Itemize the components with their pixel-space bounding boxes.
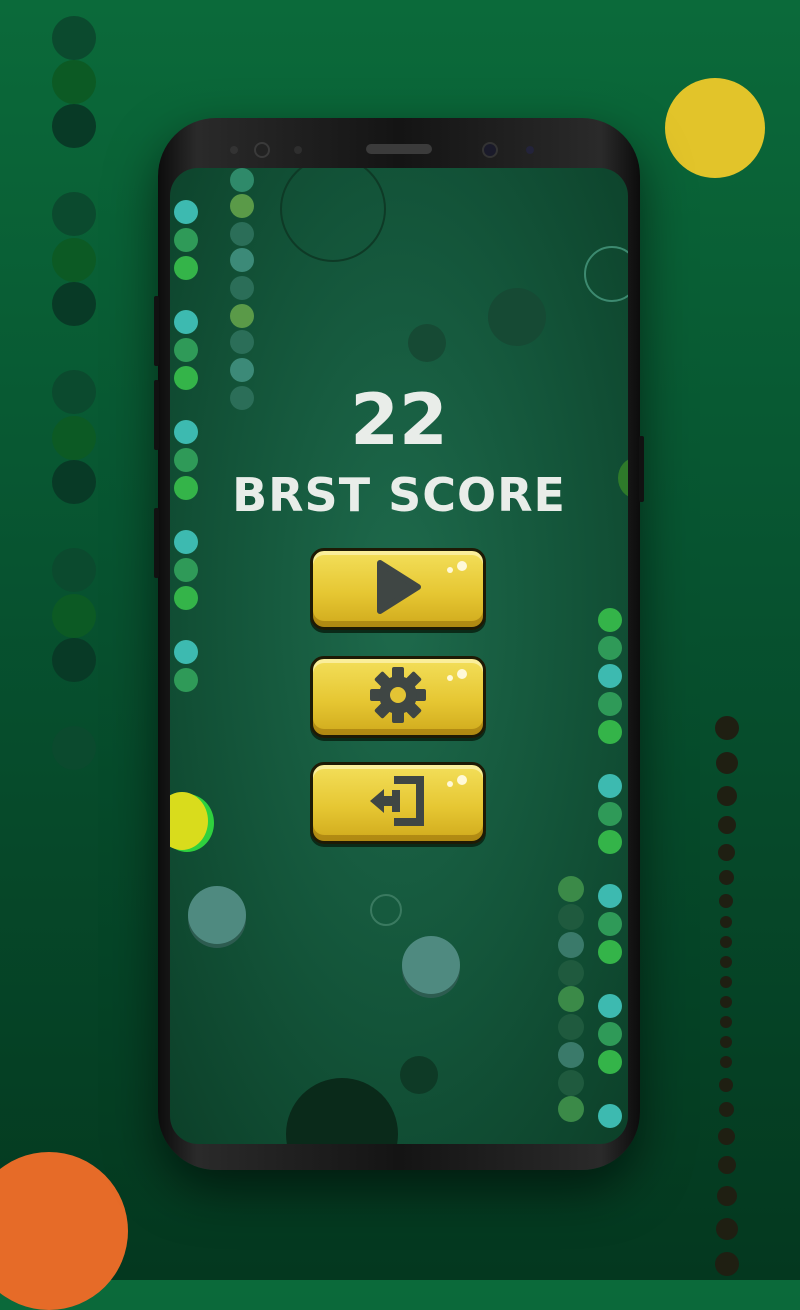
best-score-label: BRST SCORE	[232, 468, 566, 522]
yellow-circle-decoration	[665, 78, 765, 178]
speaker-grille	[366, 144, 432, 154]
sensor-dot	[526, 146, 534, 154]
orange-circle-decoration	[0, 1152, 128, 1310]
score-value: 22	[350, 379, 448, 461]
phone-side-button	[154, 508, 159, 578]
sensor-dot	[230, 146, 238, 154]
gear-icon	[368, 665, 428, 729]
ring-decoration	[584, 246, 628, 302]
sensor-dot	[294, 146, 302, 154]
exit-button[interactable]	[310, 762, 486, 844]
bubble-decoration	[188, 886, 246, 944]
ring-decoration	[280, 168, 386, 262]
ring-decoration	[370, 894, 402, 926]
iris-scanner	[482, 142, 498, 158]
play-button[interactable]	[310, 548, 486, 630]
bubble-decoration	[402, 936, 460, 994]
front-camera	[254, 142, 270, 158]
game-screen: 22 BRST SCORE	[170, 168, 628, 1144]
play-icon	[372, 559, 424, 619]
phone-side-button	[154, 380, 159, 450]
phone-side-button	[154, 296, 159, 366]
phone-side-button	[639, 436, 644, 502]
bubble-decoration	[488, 288, 546, 346]
bubble-decoration	[286, 1078, 398, 1144]
settings-button[interactable]	[310, 656, 486, 738]
bubble-decoration	[400, 1056, 438, 1094]
exit-icon	[366, 770, 430, 836]
bubble-decoration	[408, 324, 446, 362]
